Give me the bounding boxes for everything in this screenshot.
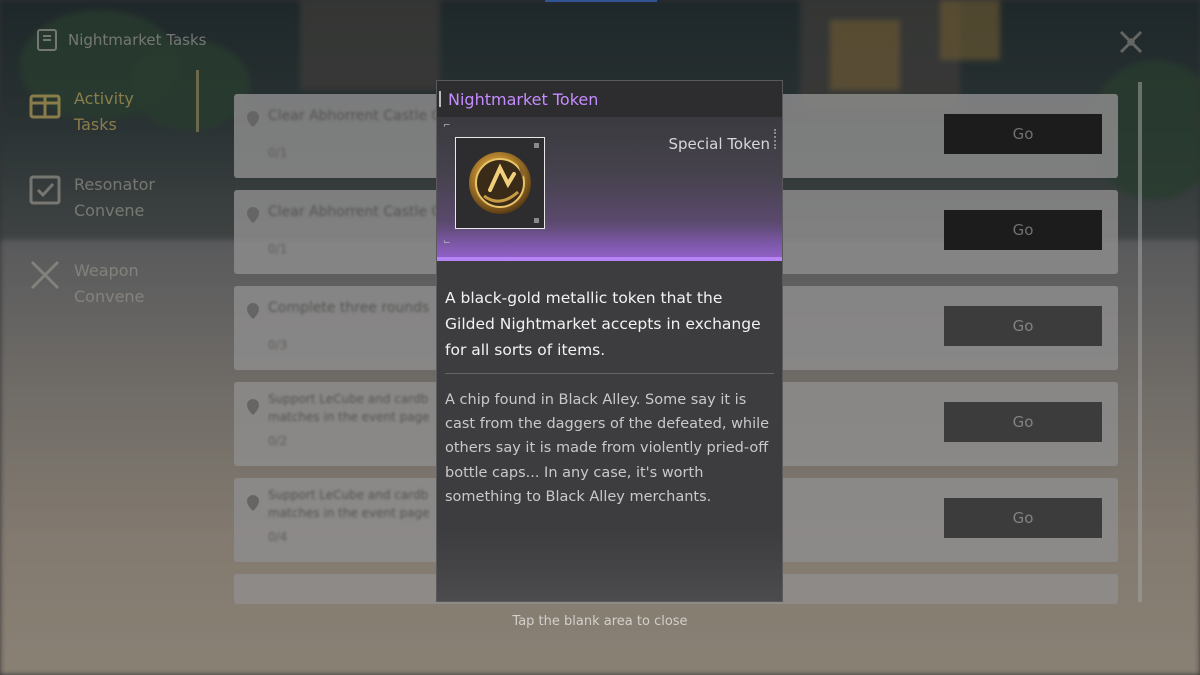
item-detail-card: Nightmarket Token ⌐ ⌙ Special Token A bl… <box>436 80 783 602</box>
item-hero: ⌐ ⌙ Special Token <box>437 117 782 261</box>
scroll-dots <box>774 129 779 149</box>
close-hint: Tap the blank area to close <box>512 614 688 629</box>
card-header: Nightmarket Token <box>437 81 782 117</box>
item-type: Special Token <box>668 135 771 153</box>
item-description: A black-gold metallic token that the Gil… <box>445 289 761 359</box>
item-icon-frame <box>455 137 545 229</box>
gold-token-icon <box>469 152 531 214</box>
rarity-bar <box>437 257 782 261</box>
item-name: Nightmarket Token <box>448 90 599 109</box>
divider <box>445 373 774 374</box>
item-lore: A chip found in Black Alley. Some say it… <box>445 392 770 505</box>
